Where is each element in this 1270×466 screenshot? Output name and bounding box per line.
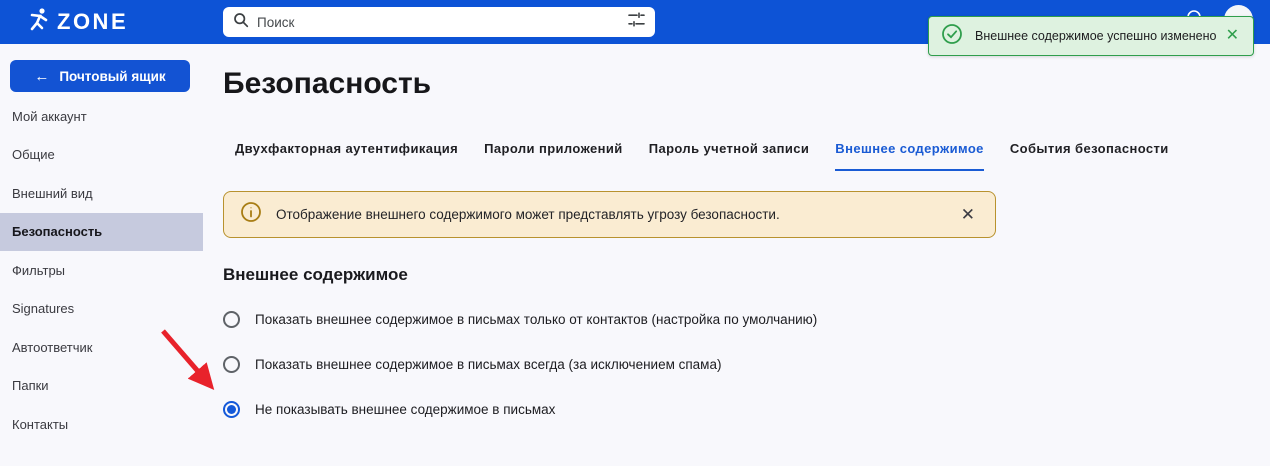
tab-external-content[interactable]: Внешнее содержимое xyxy=(835,141,984,171)
section-title: Внешнее содержимое xyxy=(223,265,1270,285)
tab-security-events[interactable]: События безопасности xyxy=(1010,141,1169,171)
search-icon xyxy=(233,12,249,33)
tab-account-password[interactable]: Пароль учетной записи xyxy=(649,141,810,171)
tab-app-passwords[interactable]: Пароли приложений xyxy=(484,141,623,171)
sidebar-item-autoresponder[interactable]: Автоответчик xyxy=(0,328,203,367)
info-icon xyxy=(240,201,262,228)
radio-button-icon[interactable] xyxy=(223,311,240,328)
success-check-icon xyxy=(941,23,963,50)
settings-sidebar: ← Почтовый ящик Мой аккаунт Общие Внешни… xyxy=(0,44,203,444)
back-to-mailbox-button[interactable]: ← Почтовый ящик xyxy=(10,60,190,92)
search-input[interactable] xyxy=(257,15,628,30)
sidebar-item-filters[interactable]: Фильтры xyxy=(0,251,203,290)
radio-label: Показать внешнее содержимое в письмах вс… xyxy=(255,357,721,372)
warning-text: Отображение внешнего содержимого может п… xyxy=(276,207,943,222)
logo-wordmark: zone xyxy=(57,9,128,35)
search-box[interactable] xyxy=(223,7,655,37)
radio-label: Не показывать внешнее содержимое в письм… xyxy=(255,402,555,417)
radio-button-icon[interactable] xyxy=(223,401,240,418)
radio-button-icon[interactable] xyxy=(223,356,240,373)
runner-icon xyxy=(28,7,50,38)
tab-two-factor-auth[interactable]: Двухфакторная аутентификация xyxy=(235,141,458,171)
back-arrow-icon: ← xyxy=(34,68,49,85)
sidebar-item-signatures[interactable]: Signatures xyxy=(0,290,203,329)
security-tabs: Двухфакторная аутентификация Пароли прил… xyxy=(235,141,1270,171)
radio-show-from-contacts[interactable]: Показать внешнее содержимое в письмах то… xyxy=(223,311,1270,328)
toast-message: Внешнее содержимое успешно изменено xyxy=(975,29,1224,43)
sidebar-menu: Мой аккаунт Общие Внешний вид Безопаснос… xyxy=(0,97,203,444)
sidebar-item-appearance[interactable]: Внешний вид xyxy=(0,174,203,213)
radio-show-always[interactable]: Показать внешнее содержимое в письмах вс… xyxy=(223,356,1270,373)
sidebar-item-contacts[interactable]: Контакты xyxy=(0,405,203,444)
success-toast: Внешнее содержимое успешно изменено ✕ xyxy=(928,16,1254,56)
external-content-options: Показать внешнее содержимое в письмах то… xyxy=(223,311,1270,418)
radio-never-show[interactable]: Не показывать внешнее содержимое в письм… xyxy=(223,401,1270,418)
radio-label: Показать внешнее содержимое в письмах то… xyxy=(255,312,817,327)
security-warning-banner: Отображение внешнего содержимого может п… xyxy=(223,191,996,238)
sidebar-item-general[interactable]: Общие xyxy=(0,136,203,175)
toast-close-icon[interactable]: ✕ xyxy=(1224,26,1241,46)
app-logo[interactable]: zone xyxy=(28,7,128,37)
sidebar-item-folders[interactable]: Папки xyxy=(0,367,203,406)
page-title: Безопасность xyxy=(223,66,1270,102)
sidebar-item-security[interactable]: Безопасность xyxy=(0,213,203,252)
back-button-label: Почтовый ящик xyxy=(59,69,165,84)
sidebar-item-my-account[interactable]: Мой аккаунт xyxy=(0,97,203,136)
search-filters-icon[interactable] xyxy=(628,11,645,33)
banner-close-icon[interactable]: ✕ xyxy=(957,204,979,225)
main-content: Безопасность Двухфакторная аутентификаци… xyxy=(223,44,1270,446)
